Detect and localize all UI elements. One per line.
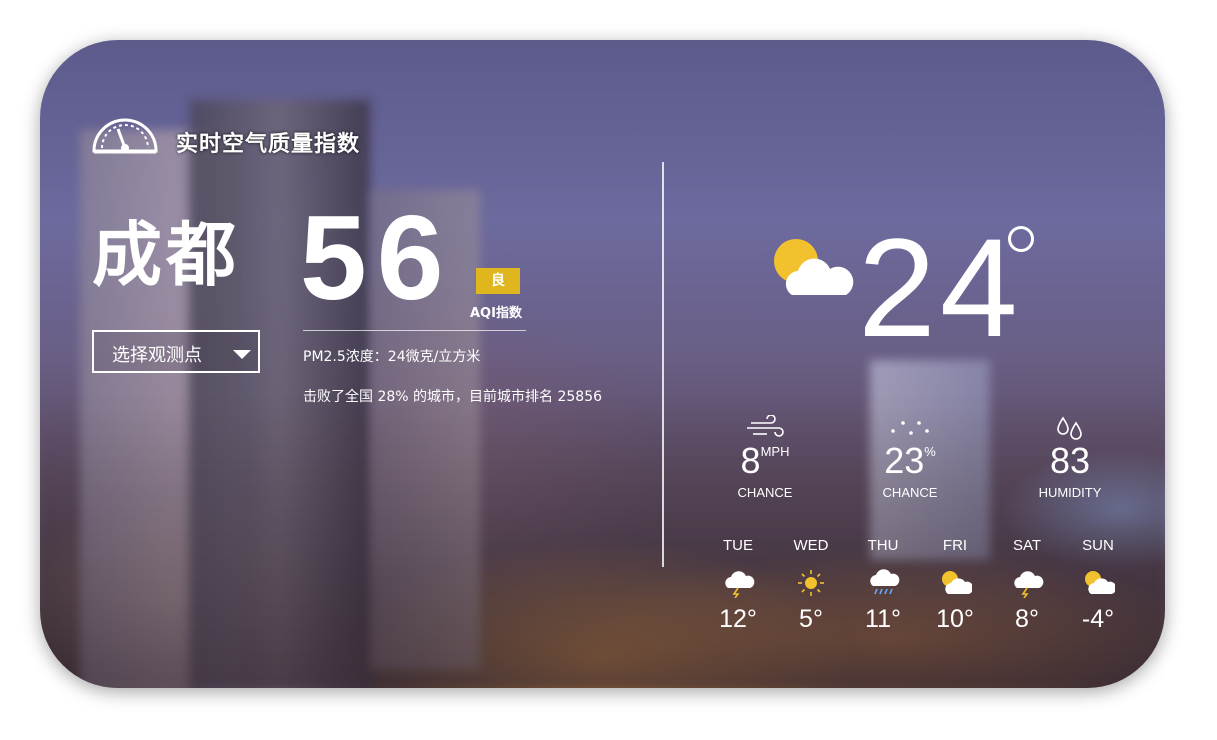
- forecast-temp: -4°: [1081, 605, 1115, 633]
- partly-cloudy-icon: [942, 571, 972, 594]
- rain-cloud-icon: [870, 569, 900, 595]
- wind-icon: [747, 415, 784, 437]
- forecast-day-label: SAT: [1012, 537, 1042, 554]
- forecast-day-label: WED: [793, 537, 829, 554]
- forecast-temp: 5°: [799, 605, 823, 633]
- partly-cloudy-icon: [774, 239, 854, 295]
- snow-icon: [891, 421, 929, 435]
- forecast-day: TUE 12°: [708, 537, 768, 634]
- thunder-cloud-icon: [725, 571, 755, 598]
- wind-value: 8MPH: [740, 440, 790, 481]
- forecast-day: THU 11°: [853, 537, 913, 634]
- pm25-text: PM2.5浓度：24微克/立方米: [303, 349, 481, 365]
- thunder-cloud-icon: [1014, 571, 1044, 598]
- wind-stat: 8MPH CHANCE: [710, 415, 820, 500]
- header-title: 实时空气质量指数: [176, 132, 361, 157]
- city-name: 成都: [92, 214, 240, 296]
- humidity-value: 83: [1049, 440, 1091, 481]
- forecast-temp: 10°: [936, 605, 974, 633]
- forecast-day-label: SUN: [1082, 537, 1114, 554]
- forecast-day: FRI 10°: [925, 537, 985, 634]
- humidity-label: HUMIDITY: [1038, 485, 1102, 500]
- forecast-day: WED 5°: [781, 537, 841, 634]
- forecast-temp: 8°: [1015, 605, 1039, 633]
- forecast-temp: 12°: [719, 605, 757, 633]
- precip-stat: 23% CHANCE: [855, 415, 965, 500]
- forecast-day-label: TUE: [723, 537, 753, 554]
- forecast-day: SAT 8°: [997, 537, 1057, 634]
- forecast-day-label: THU: [867, 537, 899, 554]
- precip-label: CHANCE: [882, 485, 938, 500]
- raindrops-icon: [1057, 416, 1082, 440]
- partly-cloudy-icon: [1085, 571, 1115, 594]
- section-divider: [662, 162, 664, 567]
- humidity-stat: 83 HUMIDITY: [1015, 415, 1125, 500]
- chevron-down-icon: [233, 350, 251, 359]
- forecast-day: SUN -4°: [1068, 537, 1128, 634]
- ranking-text: 击败了全国 28% 的城市，目前城市排名 25856: [303, 389, 603, 405]
- degree-symbol: [1008, 226, 1034, 252]
- air-quality-card: 实时空气质量指数 成都 56 良 AQI指数 选择观测点 PM2.5浓度：24微…: [40, 40, 1165, 688]
- forecast-day-label: FRI: [942, 537, 968, 554]
- select-station-label: 选择观测点: [112, 345, 202, 366]
- precip-value: 23%: [884, 440, 936, 481]
- gauge-icon: [92, 118, 158, 154]
- wind-label: CHANCE: [737, 485, 793, 500]
- forecast-temp: 11°: [865, 605, 901, 633]
- current-temperature: 24: [858, 209, 1022, 366]
- aqi-label: AQI指数: [470, 306, 522, 321]
- aqi-value: 56: [300, 191, 454, 325]
- sun-icon: [798, 570, 824, 596]
- aqi-level-badge: 良: [476, 268, 520, 294]
- select-station-button[interactable]: 选择观测点: [92, 330, 260, 373]
- aqi-divider: [303, 330, 526, 331]
